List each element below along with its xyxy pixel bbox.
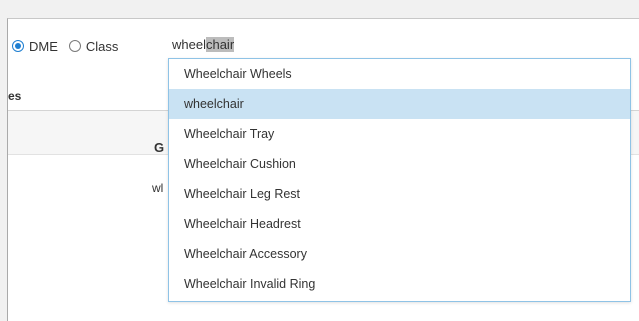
suggestion-item[interactable]: Wheelchair Cushion bbox=[169, 149, 630, 179]
class-radio-button[interactable] bbox=[68, 40, 81, 52]
suggestion-item[interactable]: Wheelchair Wheels bbox=[169, 59, 630, 89]
suggestion-item[interactable]: Wheelchair Leg Rest bbox=[169, 179, 630, 209]
top-toolbar-strip bbox=[0, 0, 639, 18]
dme-radio-button[interactable] bbox=[12, 40, 24, 52]
suggestion-item[interactable]: Wheelchair Invalid Ring bbox=[169, 269, 630, 299]
search-input[interactable]: wheelchair bbox=[172, 34, 372, 56]
search-typed-text: wheel bbox=[172, 37, 206, 52]
grid-cell-text: wl bbox=[152, 181, 164, 195]
search-autocomplete-selection: chair bbox=[205, 37, 235, 52]
section-header: es bbox=[8, 89, 22, 103]
grid-column-header: G bbox=[154, 140, 165, 155]
search-type-radio-group: DME Class bbox=[12, 37, 129, 55]
suggestion-item[interactable]: Wheelchair Tray bbox=[169, 119, 630, 149]
suggestion-dropdown: Wheelchair Wheels wheelchair Wheelchair … bbox=[168, 58, 631, 302]
class-radio-label[interactable]: Class bbox=[86, 39, 119, 54]
suggestion-item[interactable]: Wheelchair Accessory bbox=[169, 239, 630, 269]
dme-radio-label[interactable]: DME bbox=[29, 39, 58, 54]
suggestion-item[interactable]: Wheelchair Headrest bbox=[169, 209, 630, 239]
suggestion-item-highlighted[interactable]: wheelchair bbox=[169, 89, 630, 119]
